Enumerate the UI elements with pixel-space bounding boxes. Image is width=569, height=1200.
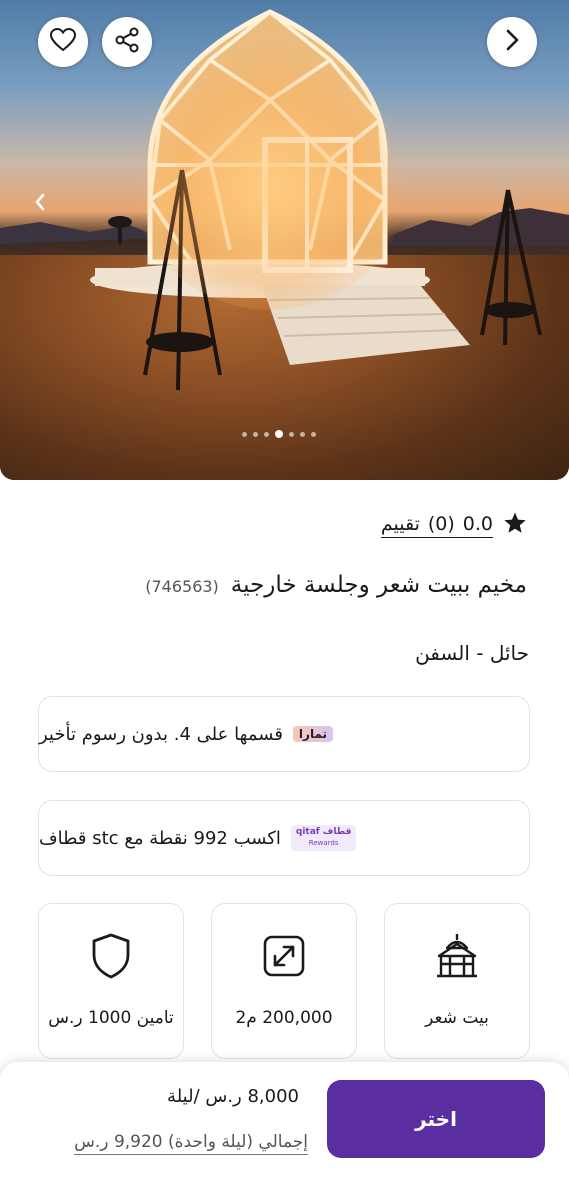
chevron-left-icon [33, 192, 47, 216]
listing-photo-carousel[interactable] [0, 0, 569, 480]
qitaf-logo-line1: قطاف qitaf [295, 827, 352, 837]
listing-location: حائل - السفن [415, 641, 529, 665]
total-price-link[interactable]: إجمالي (ليلة واحدة) 9,920 ر.س [74, 1132, 308, 1155]
heart-icon [49, 27, 77, 56]
booking-bar: اختر 8,000 ر.س /ليلة إجمالي (ليلة واحدة)… [0, 1062, 569, 1200]
tamara-logo: تمارا [292, 726, 333, 742]
qitaf-promo-card[interactable]: قطاف qitaf Rewards اكسب 992 نقطة مع stc … [38, 800, 530, 876]
listing-title-row: مخيم ببيت شعر وجلسة خارجية (746563) [145, 572, 527, 598]
qitaf-logo: قطاف qitaf Rewards [290, 825, 357, 851]
chevron-right-icon [503, 29, 521, 55]
rating-label: تقييم [380, 512, 420, 535]
listing-id: (746563) [145, 577, 219, 596]
tent-house-icon [433, 932, 481, 980]
carousel-dot[interactable] [289, 431, 294, 437]
rating-score: 0.0 [462, 512, 493, 535]
feature-insurance-card: تامين 1000 ر.س [38, 903, 184, 1059]
feature-area-label: 200,000 م2 [235, 1008, 333, 1028]
carousel-dot[interactable] [242, 431, 247, 437]
feature-type-label: بيت شعر [425, 1008, 489, 1028]
rating-row[interactable]: تقييم (0) 0.0 [380, 511, 527, 539]
qitaf-logo-line2: Rewards [308, 839, 339, 847]
rating-link[interactable]: تقييم (0) 0.0 [380, 512, 493, 538]
carousel-dot-active[interactable] [275, 430, 283, 438]
share-button[interactable] [102, 17, 152, 67]
qitaf-promo-text: اكسب 992 نقطة مع stc قطاف [39, 827, 281, 849]
tamara-promo-card[interactable]: تمارا قسمها على 4. بدون رسوم تأخير [38, 696, 530, 772]
carousel-dot[interactable] [253, 431, 258, 437]
prev-slide-button[interactable] [28, 190, 52, 218]
nightly-price: 8,000 ر.س /ليلة [167, 1086, 299, 1107]
carousel-dots [242, 430, 316, 438]
share-icon [114, 27, 140, 57]
select-button[interactable]: اختر [327, 1080, 545, 1158]
dome-glow [130, 40, 410, 310]
shield-icon [87, 932, 135, 980]
next-button[interactable] [487, 17, 537, 67]
listing-title: مخيم ببيت شعر وجلسة خارجية [230, 572, 527, 598]
tamara-promo-text: قسمها على 4. بدون رسوم تأخير [39, 723, 283, 745]
feature-insurance-label: تامين 1000 ر.س [48, 1008, 174, 1028]
carousel-dot[interactable] [311, 431, 316, 437]
star-icon [503, 511, 527, 539]
carousel-dot[interactable] [300, 431, 305, 437]
expand-arrows-icon [260, 932, 308, 980]
rating-count: (0) [427, 512, 455, 535]
feature-area-card: 200,000 م2 [211, 903, 357, 1059]
carousel-dot[interactable] [264, 431, 269, 437]
favorite-button[interactable] [38, 17, 88, 67]
feature-type-card: بيت شعر [384, 903, 530, 1059]
